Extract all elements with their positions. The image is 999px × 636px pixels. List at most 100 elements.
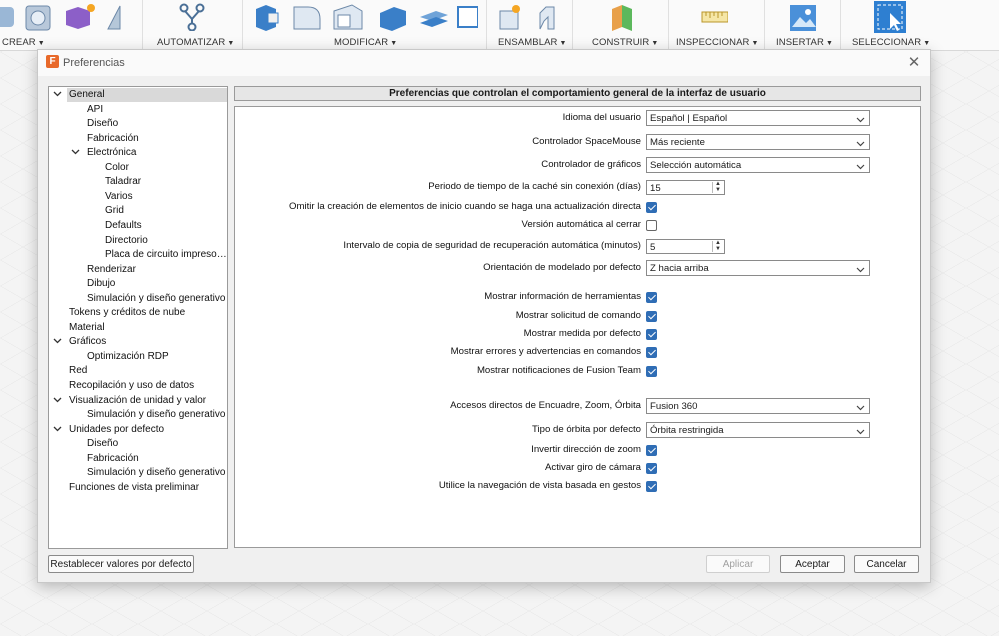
tree-item[interactable]: Simulación y diseño generativo <box>87 292 225 306</box>
spin-arrows-icon[interactable]: ▲ ▼ <box>712 240 723 252</box>
measure-icon[interactable] <box>700 3 728 31</box>
tree-item[interactable]: Simulación y diseño generativo <box>87 408 225 422</box>
setting-checkbox[interactable] <box>646 220 657 231</box>
tree-item[interactable]: Gráficos <box>69 335 106 349</box>
apply-button[interactable]: Aplicar <box>706 555 770 573</box>
toolbar-group-automate[interactable]: AUTOMATIZAR ▼ <box>142 0 243 50</box>
ribbon-toolbar: CREAR ▼ AUTOMATIZAR ▼ MODIFICAR ▼ ENSAMB… <box>0 0 999 51</box>
tree-item[interactable]: Optimización RDP <box>87 350 169 364</box>
tree-item-label: Simulación y diseño generativo <box>87 467 226 479</box>
tree-item[interactable]: Renderizar <box>87 263 136 277</box>
tree-item[interactable]: Defaults <box>105 219 142 233</box>
chevron-down-icon[interactable] <box>52 335 62 349</box>
chevron-down-icon[interactable] <box>856 399 865 417</box>
tree-item[interactable]: Varios <box>105 190 133 204</box>
toolbar-group-select[interactable]: SELECCIONAR ▼ <box>840 0 999 50</box>
cancel-button[interactable]: Cancelar <box>854 555 919 573</box>
setting-checkbox[interactable] <box>646 202 657 213</box>
tree-item-label: Funciones de vista preliminar <box>69 481 200 493</box>
tree-item[interactable]: Recopilación y uso de datos <box>69 379 194 393</box>
automate-icon[interactable] <box>178 3 206 31</box>
tree-item[interactable]: Grid <box>105 204 124 218</box>
setting-dropdown[interactable]: Español | Español <box>646 110 870 126</box>
toolbar-group-insert[interactable]: INSERTAR ▼ <box>764 0 841 50</box>
tree-item[interactable]: Directorio <box>105 234 148 248</box>
chevron-down-icon[interactable] <box>856 158 865 176</box>
tree-item[interactable]: Unidades por defecto <box>69 423 164 437</box>
setting-dropdown[interactable]: Selección automática <box>646 157 870 173</box>
setting-dropdown[interactable]: Fusion 360 <box>646 398 870 414</box>
chevron-down-icon[interactable] <box>70 146 80 160</box>
tree-item[interactable]: General <box>67 88 227 102</box>
construct-menu-label[interactable]: CONSTRUIR ▼ <box>592 37 658 48</box>
chevron-down-icon[interactable] <box>856 261 865 279</box>
tree-item[interactable]: Electrónica <box>87 146 136 160</box>
tree-item[interactable]: Simulación y diseño generativo <box>87 466 225 480</box>
insert-image-icon[interactable] <box>788 3 816 31</box>
close-icon[interactable]: ✕ <box>904 53 924 73</box>
setting-checkbox[interactable] <box>646 311 657 322</box>
setting-dropdown[interactable]: Órbita restringida <box>646 422 870 438</box>
accept-button[interactable]: Aceptar <box>780 555 845 573</box>
tree-item-label: Directorio <box>105 234 148 246</box>
tree-item[interactable]: Funciones de vista preliminar <box>69 481 199 495</box>
inspect-menu-label[interactable]: INSPECCIONAR ▼ <box>676 37 759 48</box>
spin-arrows-icon[interactable]: ▲ ▼ <box>712 181 723 193</box>
dialog-titlebar[interactable]: F Preferencias ✕ <box>38 50 930 76</box>
tree-item[interactable]: Color <box>105 161 129 175</box>
setting-checkbox[interactable] <box>646 347 657 358</box>
tree-item[interactable]: Material <box>69 321 105 335</box>
insert-menu-label[interactable]: INSERTAR ▼ <box>776 37 833 48</box>
setting-label: Periodo de tiempo de la caché sin conexi… <box>428 181 641 192</box>
toolbar-group-create[interactable]: CREAR ▼ <box>0 0 143 50</box>
setting-dropdown[interactable]: Z hacia arriba <box>646 260 870 276</box>
tree-item[interactable]: Tokens y créditos de nube <box>69 306 185 320</box>
tree-item-label: Defaults <box>105 219 142 231</box>
tree-item[interactable]: Taladrar <box>105 175 141 189</box>
setting-dropdown[interactable]: Más reciente <box>646 134 870 150</box>
section-header: Preferencias que controlan el comportami… <box>234 86 921 101</box>
tree-item[interactable]: Fabricación <box>87 452 139 466</box>
chevron-down-icon[interactable] <box>856 111 865 129</box>
assemble-icons[interactable] <box>498 3 562 31</box>
select-menu-label[interactable]: SELECCIONAR ▼ <box>852 37 930 48</box>
modify-icons[interactable] <box>252 3 478 31</box>
tree-item-label: Tokens y créditos de nube <box>69 307 186 319</box>
preferences-tree[interactable]: General API Diseño Fabricación Electrónica Co… <box>48 86 228 549</box>
tree-item[interactable]: Visualización de unidad y valor <box>69 394 206 408</box>
reset-defaults-button[interactable]: Restablecer valores por defecto <box>48 555 194 573</box>
setting-checkbox[interactable] <box>646 329 657 340</box>
toolbar-group-modify[interactable]: MODIFICAR ▼ <box>242 0 487 50</box>
create-menu-label[interactable]: CREAR ▼ <box>2 37 45 48</box>
select-icon[interactable] <box>874 1 906 33</box>
chevron-down-icon[interactable] <box>856 423 865 441</box>
chevron-down-icon[interactable] <box>856 135 865 153</box>
setting-checkbox[interactable] <box>646 463 657 474</box>
solid-create-icons[interactable] <box>0 3 140 31</box>
chevron-down-icon[interactable] <box>52 88 62 102</box>
setting-checkbox[interactable] <box>646 445 657 456</box>
tree-item[interactable]: Placa de circuito impreso… <box>105 248 227 262</box>
assemble-menu-label[interactable]: ENSAMBLAR ▼ <box>498 37 567 48</box>
setting-spinbox[interactable]: 5 ▲ ▼ <box>646 239 725 254</box>
setting-checkbox[interactable] <box>646 481 657 492</box>
construct-plane-icon[interactable] <box>608 3 636 31</box>
tree-item-label: Gráficos <box>69 336 107 348</box>
toolbar-group-inspect[interactable]: INSPECCIONAR ▼ <box>668 0 765 50</box>
setting-spinbox[interactable]: 15 ▲ ▼ <box>646 180 725 195</box>
tree-item[interactable]: API <box>87 103 103 117</box>
automate-menu-label[interactable]: AUTOMATIZAR ▼ <box>157 37 234 48</box>
toolbar-group-assemble[interactable]: ENSAMBLAR ▼ <box>486 0 573 50</box>
tree-item[interactable]: Red <box>69 364 87 378</box>
modify-menu-label[interactable]: MODIFICAR ▼ <box>334 37 397 48</box>
tree-item[interactable]: Diseño <box>87 117 118 131</box>
tree-item[interactable]: Diseño <box>87 437 118 451</box>
tree-item[interactable]: Fabricación <box>87 132 139 146</box>
setting-checkbox[interactable] <box>646 292 657 303</box>
setting-checkbox[interactable] <box>646 366 657 377</box>
chevron-down-icon[interactable] <box>52 423 62 437</box>
tree-item[interactable]: Dibujo <box>87 277 115 291</box>
chevron-down-icon[interactable] <box>52 394 62 408</box>
toolbar-group-construct[interactable]: CONSTRUIR ▼ <box>572 0 669 50</box>
preferences-dialog: F Preferencias ✕ General API Diseño Fabrica… <box>37 49 931 583</box>
